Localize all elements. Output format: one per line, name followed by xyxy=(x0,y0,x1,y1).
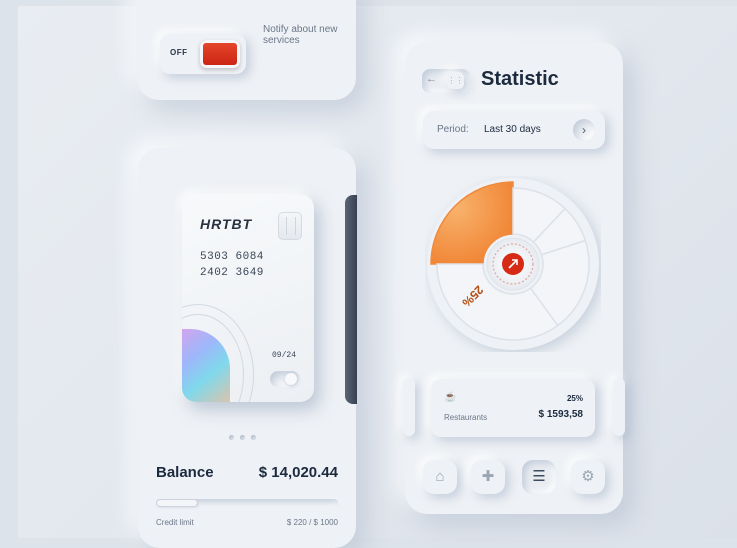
carousel-dots xyxy=(229,427,262,445)
statistic-panel: ← ⋮⋮ Statistic Period: Last 30 days › 25… xyxy=(403,42,625,514)
notify-toggle[interactable]: OFF xyxy=(160,34,246,74)
balance-value: $ 14,020.44 xyxy=(258,464,338,481)
notify-label: Notify about new services xyxy=(263,24,338,46)
card-expiry: 09/24 xyxy=(272,351,297,360)
credit-card[interactable]: HRTBT 5303 6084 2402 3649 09/24 xyxy=(182,194,314,402)
stack-icon[interactable]: ☰ xyxy=(522,460,556,494)
credit-progress-fill xyxy=(157,500,197,506)
card-brand: HRTBT xyxy=(200,216,253,232)
header-controls: ← ⋮⋮ xyxy=(422,69,470,93)
expense-name: Restaurants xyxy=(444,413,488,422)
carousel-dot[interactable] xyxy=(229,435,234,440)
card-toggle-knob xyxy=(285,373,297,385)
balance-label: Balance xyxy=(156,464,214,481)
period-value: Last 30 days xyxy=(484,124,541,135)
coffee-cup-icon: ☕ xyxy=(444,392,457,403)
period-selector[interactable]: Period: Last 30 days › xyxy=(423,111,605,149)
home-icon[interactable]: ⌂ xyxy=(423,460,457,494)
toggle-knob[interactable] xyxy=(200,40,240,68)
pie-chart: 25% xyxy=(427,178,599,350)
gear-icon[interactable]: ⚙ xyxy=(571,460,605,494)
notify-panel: OFF Notify about new services xyxy=(137,0,356,100)
expense-amount: $ 1593,58 xyxy=(538,409,584,420)
carousel-dot[interactable] xyxy=(240,435,245,440)
credit-progress-bar xyxy=(156,499,338,507)
credit-limit-label: Credit limit xyxy=(156,518,194,527)
next-card-preview[interactable] xyxy=(345,195,357,404)
balance-panel: HRTBT 5303 6084 2402 3649 09/24 Balance … xyxy=(138,148,356,548)
expense-percent: 25% xyxy=(566,394,583,403)
move-icon[interactable]: ✚ xyxy=(471,460,505,494)
expense-card[interactable]: ☕ Restaurants 25% $ 1593,58 xyxy=(431,379,595,437)
page-title: Statistic xyxy=(481,68,559,90)
card-number-line2: 2402 3649 xyxy=(200,267,264,279)
toggle-state-label: OFF xyxy=(170,48,188,57)
back-arrow-icon[interactable]: ← xyxy=(426,73,437,85)
carousel-dot[interactable] xyxy=(251,435,256,440)
card-number-line1: 5303 6084 xyxy=(200,251,264,263)
card-toggle[interactable] xyxy=(270,371,300,387)
background xyxy=(18,6,737,538)
grid-dots-icon[interactable]: ⋮⋮ xyxy=(447,72,464,89)
chevron-right-icon[interactable]: › xyxy=(573,119,595,141)
period-label: Period: xyxy=(437,124,469,135)
card-chip-icon xyxy=(278,212,302,240)
prev-expense-preview[interactable] xyxy=(403,378,415,436)
next-expense-preview[interactable] xyxy=(613,378,625,436)
credit-limit-value: $ 220 / $ 1000 xyxy=(286,518,338,527)
